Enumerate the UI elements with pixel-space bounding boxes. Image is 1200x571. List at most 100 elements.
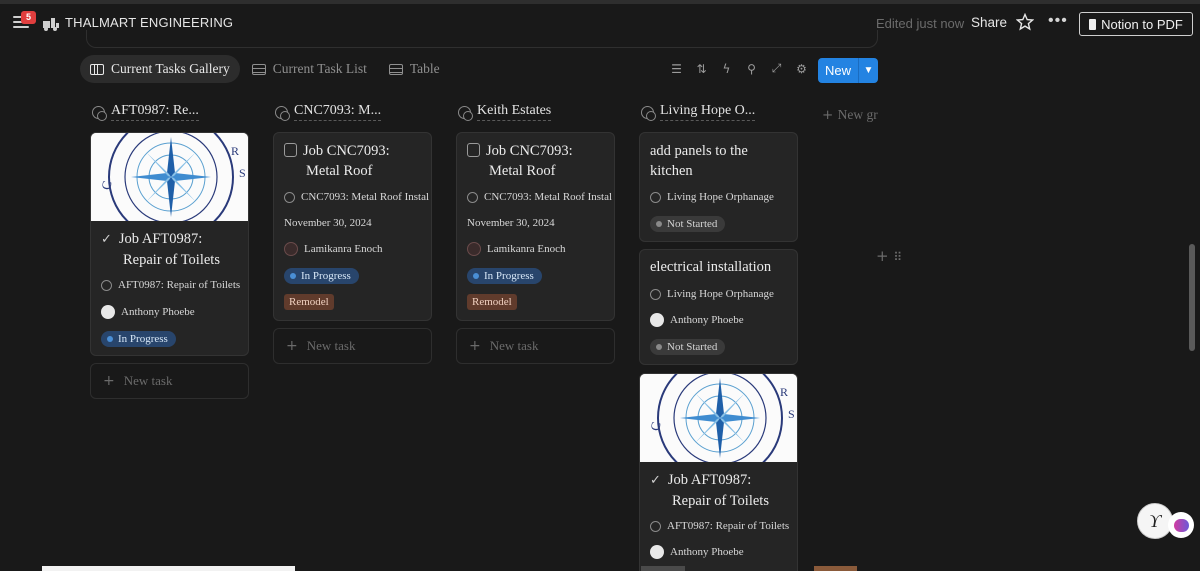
new-button[interactable]: New ▼ [818, 58, 878, 83]
status-dot-icon [656, 344, 662, 350]
group-header-cnc7093[interactable]: CNC7093: M... [275, 102, 382, 122]
task-card-cnc7093[interactable]: Job CNC7093: Metal Roof CNC7093: Metal R… [273, 132, 432, 321]
card-title[interactable]: electrical installation [650, 257, 795, 277]
svg-text:R: R [231, 144, 239, 158]
checkmark-icon: ✓ [101, 232, 112, 247]
task-card-electrical-installation[interactable]: electrical installation Living Hope Orph… [639, 249, 798, 365]
avatar [101, 305, 115, 319]
assignee: Lamikanra Enoch [467, 242, 566, 256]
project-icon [284, 191, 295, 203]
tab-table[interactable]: Table [379, 55, 450, 83]
notification-badge[interactable]: 5 [21, 11, 36, 24]
settings-icon[interactable]: ⚙ [793, 60, 810, 77]
card-title[interactable]: Job CNC7093: Metal Roof [284, 141, 429, 181]
card-title-line: kitchen [650, 163, 693, 179]
avatar [284, 242, 298, 256]
card-title[interactable]: add panels to the kitchen [650, 141, 795, 181]
status-badge: In Progress [101, 331, 176, 347]
scroll-segment [641, 566, 685, 571]
project-relation: Living Hope Orphanage [650, 288, 774, 300]
card-title[interactable]: Job CNC7093: Metal Roof [467, 141, 612, 181]
card-title[interactable]: ✓ Job AFT0987: Repair of Toilets [101, 229, 246, 270]
filter-icon[interactable]: ☰ [668, 60, 685, 77]
new-button-label: New [825, 63, 852, 78]
expand-icon[interactable]: ⤢ [768, 60, 785, 77]
tab-current-task-list[interactable]: Current Task List [242, 55, 377, 83]
edited-status: Edited just now [876, 16, 965, 31]
brain-icon [1173, 518, 1189, 532]
assignee: Anthony Phoebe [650, 545, 744, 559]
project-icon [650, 520, 661, 532]
project-relation: CNC7093: Metal Roof Instal [284, 191, 429, 203]
vertical-scrollbar[interactable] [1189, 244, 1195, 351]
status-badge: Not Started [650, 339, 726, 355]
favorite-star-icon[interactable] [1016, 13, 1034, 31]
assignee-name: Lamikanra Enoch [487, 243, 566, 255]
group-title: AFT0987: Re... [111, 103, 199, 121]
new-task-label: New task [306, 338, 356, 353]
automation-icon[interactable]: ϟ [718, 60, 735, 77]
task-card-aft0987-second[interactable]: C R S ✓ Job AFT0987: Repair of Toilets AF… [639, 373, 798, 571]
compass-logo-icon: C R S [91, 133, 248, 221]
task-page-icon [467, 143, 480, 157]
status-text: In Progress [118, 333, 168, 345]
view-tabs: Current Tasks Gallery Current Task List … [80, 55, 452, 83]
new-group-button[interactable]: + New gr [822, 107, 878, 123]
task-card-keith-estates[interactable]: Job CNC7093: Metal Roof CNC7093: Metal R… [456, 132, 615, 321]
svg-text:S: S [239, 166, 246, 180]
status-dot-icon [473, 273, 479, 279]
status-text: In Progress [301, 270, 351, 282]
workspace-title[interactable]: THALMART ENGINEERING [65, 15, 233, 30]
scroll-segment [814, 566, 857, 571]
assignee: Lamikanra Enoch [284, 242, 383, 256]
status-badge: In Progress [467, 268, 542, 284]
document-icon [1089, 18, 1097, 30]
tab-label: Current Task List [272, 61, 367, 76]
search-icon[interactable]: ⚲ [743, 60, 760, 77]
card-title-line: Job CNC7093: [486, 143, 573, 159]
new-group-label: New gr [837, 107, 878, 122]
drag-handle-icon[interactable]: ⠿ [893, 250, 902, 264]
project-name: AFT0987: Repair of Toilets [118, 279, 241, 291]
card-title-line: Job AFT0987: [118, 231, 203, 247]
status-dot-icon [107, 336, 113, 342]
group-title: Keith Estates [477, 103, 552, 121]
svg-text:R: R [780, 385, 788, 399]
tab-current-tasks-gallery[interactable]: Current Tasks Gallery [80, 55, 240, 83]
add-column-controls[interactable]: + ⠿ [876, 247, 902, 265]
due-date: November 30, 2024 [284, 217, 372, 229]
group-icon [458, 105, 473, 121]
table-icon [251, 63, 266, 75]
project-name: CNC7093: Metal Roof Instal [301, 191, 430, 203]
gallery-icon [90, 63, 104, 75]
task-page-icon [284, 143, 297, 157]
new-task-button[interactable]: + New task [273, 328, 432, 364]
assistant-icon: ϒ [1149, 510, 1161, 531]
assignee: Anthony Phoebe [650, 313, 744, 327]
status-text: Not Started [667, 218, 718, 230]
workspace-icon [43, 18, 59, 31]
new-task-button[interactable]: + New task [456, 328, 615, 364]
card-title-line: Repair of Toilets [672, 493, 769, 509]
sort-icon[interactable]: ⇅ [693, 60, 710, 77]
share-button[interactable]: Share [971, 15, 1007, 30]
project-icon [650, 191, 661, 203]
more-options-icon[interactable]: ••• [1048, 12, 1068, 30]
status-badge: In Progress [284, 268, 359, 284]
task-card-aft0987[interactable]: C R S ✓ Job AFT0987: Repair of Toilets AF… [90, 132, 249, 356]
notion-to-pdf-button[interactable]: Notion to PDF [1079, 12, 1193, 36]
group-icon [275, 105, 290, 121]
window-top-border [0, 0, 1200, 4]
table-icon [388, 63, 403, 75]
card-title-line: Job AFT0987: [667, 472, 752, 488]
chevron-down-icon[interactable]: ▼ [859, 65, 878, 76]
avatar [467, 242, 481, 256]
task-card-add-panels[interactable]: add panels to the kitchen Living Hope Or… [639, 132, 798, 242]
group-header-living-hope[interactable]: Living Hope O... [641, 102, 756, 122]
group-header-aft0987[interactable]: AFT0987: Re... [92, 102, 199, 122]
card-title[interactable]: ✓ Job AFT0987: Repair of Toilets [650, 470, 795, 511]
horizontal-scrollbar[interactable] [42, 566, 295, 571]
ai-brain-button[interactable] [1168, 512, 1194, 538]
group-header-keith-estates[interactable]: Keith Estates [458, 102, 552, 122]
new-task-button[interactable]: + New task [90, 363, 249, 399]
